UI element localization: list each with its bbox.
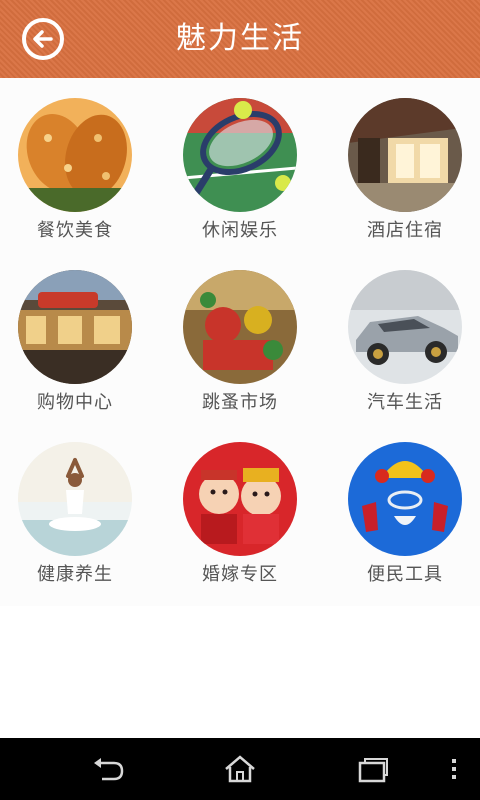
recent-apps-icon [358,758,388,783]
category-leisure[interactable]: 休闲娱乐 [165,98,315,248]
food-photo [18,98,132,212]
nav-back-button[interactable] [88,753,128,785]
back-icon [94,758,124,781]
category-health[interactable]: 健康养生 [0,442,150,592]
category-food[interactable]: 餐饮美食 [0,98,150,248]
category-label: 酒店住宿 [367,220,443,241]
category-label: 汽车生活 [367,392,443,413]
category-label: 餐饮美食 [37,220,113,241]
category-label: 健康养生 [37,564,113,585]
wedding-photo [183,442,297,556]
tools-photo [348,442,462,556]
page-title: 魅力生活 [176,21,304,56]
nav-home-button[interactable] [220,753,260,785]
category-tools[interactable]: 便民工具 [330,442,480,592]
category-car[interactable]: 汽车生活 [330,270,480,420]
hotel-photo [348,98,462,212]
mall-photo [18,270,132,384]
app-header: 魅力生活 [0,0,480,78]
category-mall[interactable]: 购物中心 [0,270,150,420]
category-flea-market[interactable]: 跳蚤市场 [165,270,315,420]
category-label: 休闲娱乐 [202,220,278,241]
category-label: 跳蚤市场 [202,392,278,413]
category-hotel[interactable]: 酒店住宿 [330,98,480,248]
system-nav-bar [0,738,480,800]
category-wedding[interactable]: 婚嫁专区 [165,442,315,592]
category-grid-area: 餐饮美食 休闲娱乐 酒店住宿 购物中心 跳蚤市场 汽车生活 健康养生 婚嫁专区 … [0,78,480,606]
car-photo [348,270,462,384]
menu-icon [452,759,456,779]
yoga-photo [18,442,132,556]
nav-menu-button[interactable] [434,753,474,785]
market-photo [183,270,297,384]
tennis-photo [183,98,297,212]
home-icon [225,755,255,783]
nav-recent-apps-button[interactable] [352,753,392,785]
category-label: 便民工具 [367,564,443,585]
category-label: 婚嫁专区 [202,564,278,585]
category-label: 购物中心 [37,392,113,413]
